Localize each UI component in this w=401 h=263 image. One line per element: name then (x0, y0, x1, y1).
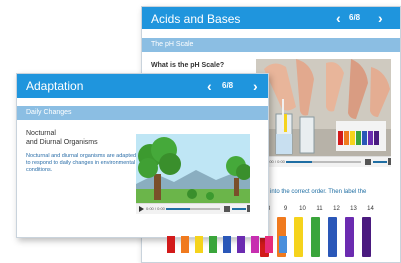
ph-number: 10 (299, 206, 306, 212)
ph-number: 13 (350, 206, 357, 212)
section-title: Daily Changes (26, 109, 72, 116)
ph-color-strip[interactable] (362, 217, 371, 257)
volume-icon[interactable] (224, 206, 230, 212)
ph-color-strip[interactable] (279, 236, 287, 253)
volume-icon[interactable] (365, 159, 371, 165)
ph-color-strip[interactable] (223, 236, 231, 253)
volume-slider[interactable] (232, 208, 246, 210)
title-bar: Acids and Bases ‹ 6/8 › (142, 7, 400, 29)
heading-line-2: and Diurnal Organisms (26, 139, 98, 146)
instruction-text: into the correct order. Then label the (270, 189, 367, 195)
lesson-heading: Nocturnal and Diurnal Organisms (26, 129, 98, 147)
chevron-right-icon[interactable]: › (378, 10, 383, 26)
video-player[interactable]: 0:00 / 0:00 (256, 59, 391, 167)
ph-color-strip[interactable] (195, 236, 203, 253)
ph-number: 11 (316, 206, 323, 212)
ph-color-strip[interactable] (265, 236, 273, 253)
seek-progress (286, 161, 313, 163)
lesson-description: Nocturnal and diurnal organisms are adap… (26, 153, 137, 173)
ph-color-strip[interactable] (237, 236, 245, 253)
ph-color-strip[interactable] (345, 217, 354, 257)
ph-color-strip[interactable] (181, 236, 189, 253)
title-bar: Adaptation ‹ 6/8 › (17, 74, 268, 98)
menu-icon[interactable] (388, 158, 391, 165)
ph-color-strip[interactable] (167, 236, 175, 253)
ph-scale-numbers: 891011121314 (260, 206, 396, 212)
adaptation-window: Adaptation ‹ 6/8 › Daily Changes Nocturn… (16, 73, 269, 238)
ph-color-strip[interactable] (251, 236, 259, 253)
play-icon[interactable] (139, 206, 144, 212)
nature-animation-frame (136, 134, 250, 214)
section-bar: The pH Scale (142, 38, 400, 52)
chevron-left-icon[interactable]: ‹ (336, 10, 341, 26)
chevron-right-icon[interactable]: › (253, 78, 258, 94)
ph-number: 9 (283, 206, 288, 212)
time-readout: 0:00 / 0:00 (146, 206, 165, 211)
ph-color-strip[interactable] (294, 217, 303, 257)
ph-number: 14 (367, 206, 374, 212)
ph-color-strip[interactable] (311, 217, 320, 257)
ph-color-strip[interactable] (328, 217, 337, 257)
seek-progress (166, 208, 191, 210)
ph-strips-bottom (167, 236, 293, 253)
heading-line-1: Nocturnal (26, 130, 56, 137)
volume-slider[interactable] (373, 161, 387, 163)
chevron-left-icon[interactable]: ‹ (207, 78, 212, 94)
page-counter: 6/8 (222, 81, 234, 90)
lab-video-frame (256, 59, 391, 167)
section-title: The pH Scale (151, 41, 194, 48)
question-heading: What is the pH Scale? (151, 62, 225, 69)
window-title: Adaptation (26, 79, 84, 93)
ph-color-strip[interactable] (209, 236, 217, 253)
page-counter: 6/8 (349, 13, 361, 22)
section-bar: Daily Changes (17, 106, 268, 120)
video-player[interactable]: 0:00 / 0:00 (136, 134, 250, 214)
window-title: Acids and Bases (151, 12, 241, 26)
seek-bar[interactable] (286, 161, 361, 163)
player-controls: 0:00 / 0:00 (136, 203, 250, 214)
player-controls: 0:00 / 0:00 (256, 156, 391, 167)
ph-number: 12 (333, 206, 340, 212)
seek-bar[interactable] (166, 208, 220, 210)
menu-icon[interactable] (247, 205, 250, 212)
